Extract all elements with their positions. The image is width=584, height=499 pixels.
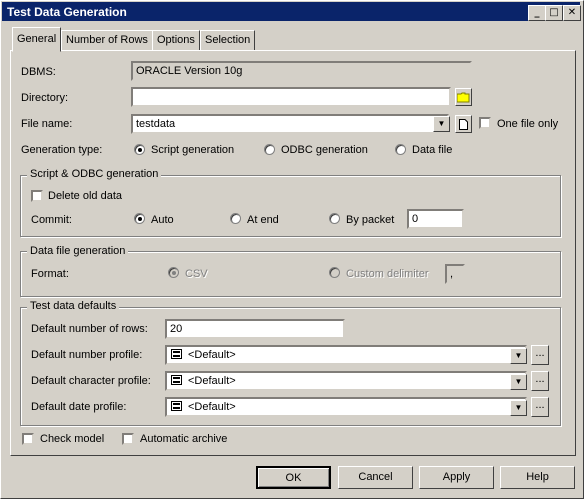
date-profile-dropdown-button[interactable]: ▼: [510, 400, 527, 416]
filename-dropdown-button[interactable]: ▼: [433, 116, 450, 132]
commit-by-packet-label: By packet: [346, 214, 395, 226]
format-csv-label: CSV: [185, 268, 208, 280]
character-profile-combobox[interactable]: <Default>: [165, 371, 527, 391]
format-custom-delimiter-label: Custom delimiter: [346, 268, 429, 280]
title-bar[interactable]: Test Data Generation _ □ ✕: [2, 2, 581, 21]
odbc-generation-label: ODBC generation: [281, 144, 368, 156]
delete-old-data-checkbox[interactable]: [31, 190, 43, 202]
test-data-defaults-group-label: Test data defaults: [27, 300, 120, 312]
chevron-down-icon: ▼: [514, 403, 523, 412]
generation-type-label: Generation type:: [21, 144, 103, 156]
chevron-down-icon: ▼: [514, 377, 523, 386]
script-generation-radio[interactable]: [134, 144, 145, 155]
data-file-label: Data file: [412, 144, 453, 156]
window-title: Test Data Generation: [7, 5, 127, 19]
number-profile-browse-button[interactable]: ...: [531, 345, 549, 365]
ok-button[interactable]: OK: [256, 466, 331, 489]
dbms-label: DBMS:: [21, 66, 56, 78]
date-profile-label: Default date profile:: [31, 401, 127, 413]
number-profile-dropdown-button[interactable]: ▼: [510, 348, 527, 364]
number-profile-combobox[interactable]: <Default>: [165, 345, 527, 365]
format-label: Format:: [31, 268, 69, 280]
script-odbc-group-label: Script & ODBC generation: [27, 168, 162, 180]
number-profile-label: Default number profile:: [31, 349, 143, 361]
character-profile-label: Default character profile:: [31, 375, 151, 387]
new-file-button[interactable]: [455, 115, 472, 133]
directory-label: Directory:: [21, 92, 69, 104]
check-model-checkbox[interactable]: [22, 433, 34, 445]
character-profile-browse-button[interactable]: ...: [531, 371, 549, 391]
odbc-generation-radio[interactable]: [264, 144, 275, 155]
script-odbc-group: [20, 175, 561, 237]
data-file-group: [20, 251, 561, 297]
date-profile-browse-button[interactable]: ...: [531, 397, 549, 417]
commit-auto-label: Auto: [151, 214, 174, 226]
data-file-radio[interactable]: [395, 144, 406, 155]
chevron-down-icon: ▼: [514, 351, 523, 360]
tab-general[interactable]: General: [12, 27, 62, 52]
format-csv-radio[interactable]: [168, 267, 179, 278]
dbms-field: ORACLE Version 10g: [131, 61, 472, 81]
character-profile-dropdown-button[interactable]: ▼: [510, 374, 527, 390]
commit-auto-radio[interactable]: [134, 213, 145, 224]
delimiter-input[interactable]: ,: [445, 264, 465, 284]
profile-icon: [171, 375, 182, 385]
close-button[interactable]: ✕: [563, 5, 581, 21]
filename-value: testdata: [136, 118, 176, 130]
default-rows-label: Default number of rows:: [31, 323, 148, 335]
automatic-archive-label: Automatic archive: [140, 433, 228, 445]
profile-icon: [171, 401, 182, 411]
browse-directory-button[interactable]: [455, 88, 472, 106]
format-custom-delimiter-radio[interactable]: [329, 267, 340, 278]
directory-input[interactable]: [131, 87, 451, 107]
new-file-icon: [459, 119, 468, 130]
cancel-button[interactable]: Cancel: [338, 466, 413, 489]
filename-combobox[interactable]: testdata: [131, 114, 449, 134]
profile-icon: [171, 349, 182, 359]
tab-number-of-rows[interactable]: Number of Rows: [61, 30, 153, 50]
packet-size-input[interactable]: 0: [407, 209, 464, 229]
maximize-button[interactable]: □: [545, 5, 563, 21]
script-generation-label: Script generation: [151, 144, 235, 156]
check-model-label: Check model: [40, 433, 105, 445]
commit-at-end-radio[interactable]: [230, 213, 241, 224]
data-file-group-label: Data file generation: [27, 245, 129, 257]
one-file-only-label: One file only: [497, 118, 559, 130]
tab-selection[interactable]: Selection: [200, 30, 256, 50]
chevron-down-icon: ▼: [437, 119, 446, 128]
default-rows-input[interactable]: 20: [165, 319, 345, 339]
one-file-only-checkbox[interactable]: [479, 117, 491, 129]
commit-label: Commit:: [31, 214, 72, 226]
tab-options[interactable]: Options: [152, 30, 200, 50]
minimize-button[interactable]: _: [528, 5, 546, 21]
folder-icon: [457, 92, 470, 103]
number-profile-value: <Default>: [188, 349, 236, 361]
help-button[interactable]: Help: [500, 466, 575, 489]
character-profile-value: <Default>: [188, 375, 236, 387]
automatic-archive-checkbox[interactable]: [122, 433, 134, 445]
commit-at-end-label: At end: [247, 214, 279, 226]
filename-label: File name:: [21, 118, 73, 130]
commit-by-packet-radio[interactable]: [329, 213, 340, 224]
date-profile-combobox[interactable]: <Default>: [165, 397, 527, 417]
apply-button[interactable]: Apply: [419, 466, 494, 489]
date-profile-value: <Default>: [188, 401, 236, 413]
delete-old-data-label: Delete old data: [48, 190, 122, 202]
